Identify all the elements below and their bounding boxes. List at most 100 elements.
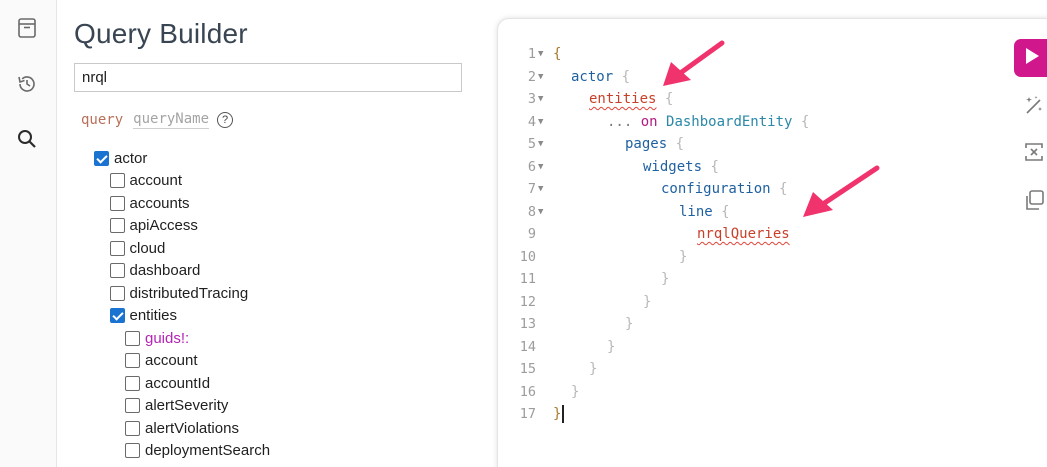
operation-kind[interactable]: query [81, 112, 123, 128]
code-token: } [625, 316, 634, 332]
tree-item[interactable]: deploymentSearch [125, 440, 270, 462]
code-line[interactable]: 12} [498, 291, 998, 313]
checkbox[interactable] [125, 420, 140, 436]
explorer-search-input[interactable] [74, 63, 462, 92]
help-icon[interactable]: ? [217, 112, 234, 128]
fold-chevron-icon[interactable]: ▼ [538, 133, 543, 155]
code-line[interactable]: 5 ▼ pages { [498, 133, 998, 155]
line-number: 4 [527, 113, 536, 130]
tree-item[interactable]: entities [109, 305, 178, 327]
code-line[interactable]: 14} [498, 336, 998, 358]
tree-item[interactable]: apiAccess [109, 215, 198, 237]
code-line[interactable]: 16} [498, 381, 998, 403]
copy-query-icon [1022, 188, 1046, 217]
checkbox[interactable] [109, 240, 125, 256]
checkbox[interactable] [109, 218, 125, 233]
tree-item[interactable]: actor [94, 147, 147, 169]
history-panel-icon[interactable] [12, 13, 42, 43]
tree-item-label: accounts [129, 194, 190, 212]
fold-chevron-icon[interactable]: ▼ [538, 88, 543, 110]
tree-item-label: apiAccess [129, 217, 198, 234]
line-number: 12 [519, 293, 536, 310]
run-query-button[interactable] [1014, 39, 1047, 77]
code-source: } [625, 313, 633, 335]
prettify-icon [1022, 93, 1046, 122]
code-line[interactable]: 4 ▼... on DashboardEntity { [498, 111, 998, 133]
code-token: } [661, 271, 670, 287]
tree-item-label: entities [129, 307, 178, 324]
history-icon[interactable] [12, 69, 42, 99]
page-title: Query Builder [74, 18, 248, 49]
help-icon-glyph: ? [221, 114, 229, 126]
checkbox[interactable] [125, 353, 140, 368]
code-line[interactable]: 8 ▼ line { [498, 201, 998, 223]
code-line[interactable]: 11} [498, 268, 998, 290]
code-line[interactable]: 13} [498, 313, 998, 335]
code-source: line { [679, 201, 730, 223]
tree-item[interactable]: guids!: [125, 327, 189, 349]
merge-fragments-button[interactable] [1021, 141, 1047, 167]
icon-rail [0, 0, 57, 467]
code-token: nrqlQueries [697, 226, 790, 242]
code-line[interactable]: 2 ▼ actor { [498, 66, 998, 88]
code-source: nrqlQueries [697, 223, 790, 245]
fold-chevron-icon[interactable]: ▼ [538, 156, 543, 178]
code-token: { [613, 68, 631, 85]
operation-name-field[interactable]: queryName [133, 111, 210, 129]
code-line[interactable]: 17} [498, 403, 998, 425]
code-line[interactable]: 7 ▼ configuration { [498, 178, 998, 200]
tree-item-label: accountId [145, 374, 211, 392]
fold-chevron-icon[interactable]: ▼ [538, 43, 543, 65]
code-line[interactable]: 1 ▼ { [498, 43, 998, 65]
code-source: entities { [589, 88, 673, 110]
checkbox[interactable] [109, 195, 125, 211]
checkbox[interactable] [109, 173, 125, 188]
tree-item[interactable]: accountId [125, 372, 210, 394]
tree-item-label: dashboard [129, 262, 201, 279]
line-number: 6 [527, 158, 536, 175]
checkbox[interactable] [109, 285, 125, 301]
checkbox[interactable] [125, 398, 140, 413]
copy-query-button[interactable] [1021, 189, 1047, 215]
tree-item[interactable]: alertSeverity [125, 395, 228, 417]
fold-chevron-icon[interactable]: ▼ [538, 178, 543, 200]
search-icon[interactable] [12, 124, 42, 154]
code-token: } [571, 383, 580, 400]
tree-item[interactable]: distributedTracing [109, 282, 249, 304]
code-token: { [770, 181, 788, 197]
code-line[interactable]: 6 ▼ widgets { [498, 156, 998, 178]
checkbox[interactable] [109, 263, 125, 278]
code-token: widgets [643, 158, 703, 175]
checkbox[interactable] [125, 375, 140, 391]
line-number: 14 [519, 338, 536, 355]
tree-item[interactable]: alertViolations [125, 417, 239, 439]
code-line[interactable]: 9 nrqlQueries [498, 223, 998, 245]
fold-chevron-icon[interactable]: ▼ [538, 66, 543, 88]
tree-item[interactable]: account [125, 350, 198, 372]
line-number: 2 [527, 68, 536, 85]
code-source: } [607, 336, 615, 358]
code-token: { [702, 158, 719, 175]
tree-item[interactable]: accounts [109, 192, 190, 214]
checkbox[interactable] [125, 330, 140, 346]
code-line[interactable]: 15} [498, 358, 998, 380]
tree-item[interactable]: cloud [109, 237, 165, 259]
line-number: 16 [519, 383, 536, 400]
query-editor[interactable]: 1 ▼{2 ▼ actor {3 ▼ entities {4 ▼... on Dashboa… [497, 18, 1047, 467]
tree-item-label: guids!: [145, 329, 190, 347]
prettify-button[interactable] [1021, 94, 1047, 120]
tree-item[interactable]: dashboard [109, 260, 201, 282]
checkbox-checked[interactable] [109, 308, 125, 323]
code-source: pages { [625, 133, 684, 155]
code-line[interactable]: 3 ▼ entities { [498, 88, 998, 110]
line-number: 17 [519, 406, 536, 422]
fold-chevron-icon[interactable]: ▼ [538, 111, 543, 133]
fold-chevron-icon[interactable]: ▼ [538, 201, 543, 223]
tree-item[interactable]: account [109, 170, 182, 192]
tree-item-label: account [145, 352, 198, 369]
tree-item-label: distributedTracing [129, 284, 249, 302]
code-line[interactable]: 10} [498, 246, 998, 268]
checkbox[interactable] [125, 443, 140, 458]
code-token: { [656, 91, 674, 107]
checkbox-checked[interactable] [94, 150, 109, 166]
